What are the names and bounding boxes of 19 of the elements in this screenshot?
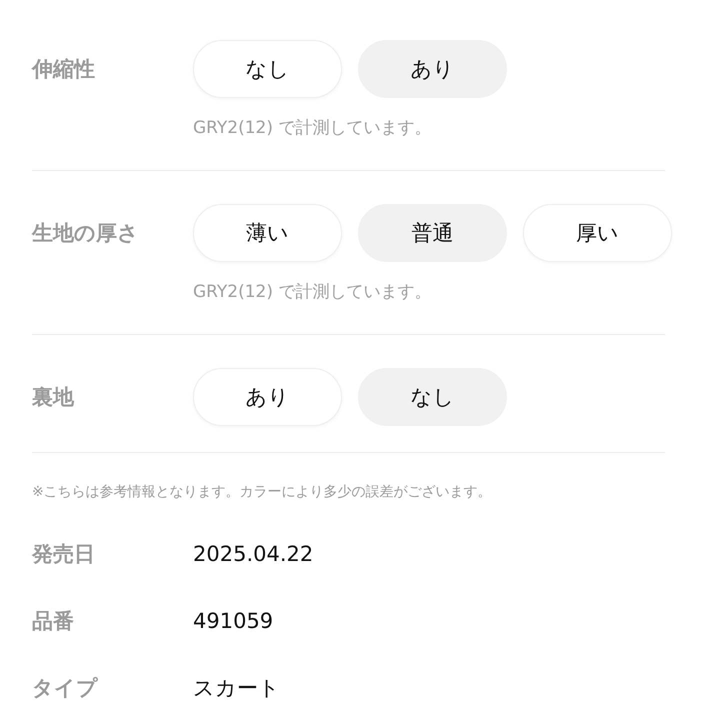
option-chip[interactable]: 薄い — [193, 204, 342, 262]
option-chip[interactable]: なし — [193, 40, 342, 98]
option-chip[interactable]: あり — [193, 368, 342, 426]
detail-value: 2025.04.22 — [193, 542, 314, 566]
disclaimer-text: ※こちらは参考情報となります。カラーにより多少の誤差がございます。 — [32, 483, 493, 501]
detail-value: スカート — [193, 675, 280, 702]
detail-label: 発売日 — [32, 541, 96, 568]
detail-label: 品番 — [32, 608, 75, 635]
option-chip[interactable]: 厚い — [523, 204, 672, 262]
measurement-note: GRY2(12) で計測しています。 — [193, 281, 432, 303]
attribute-label: 生地の厚さ — [32, 220, 140, 247]
option-chip[interactable]: あり — [358, 40, 507, 98]
attribute-label: 伸縮性 — [32, 56, 96, 83]
option-chip[interactable]: 普通 — [358, 204, 507, 262]
option-chip[interactable]: なし — [358, 368, 507, 426]
detail-label: タイプ — [32, 675, 99, 702]
detail-value: 491059 — [193, 609, 274, 633]
measurement-note: GRY2(12) で計測しています。 — [193, 117, 432, 139]
attribute-label: 裏地 — [32, 384, 76, 411]
